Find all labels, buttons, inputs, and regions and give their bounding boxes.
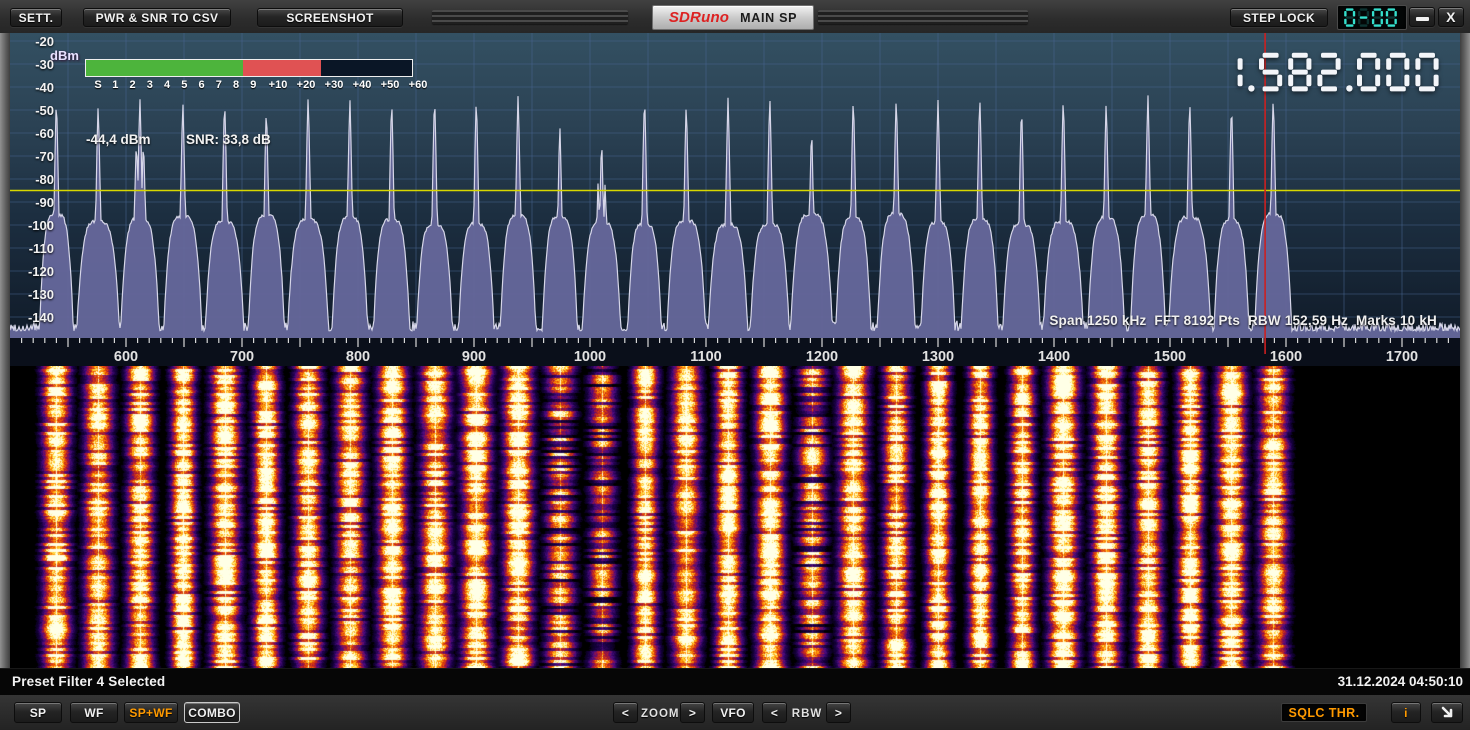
step-size-display xyxy=(1337,5,1407,30)
freq-axis-label: 1500 xyxy=(1154,349,1186,365)
status-bar: Preset Filter 4 Selected 31.12.2024 04:5… xyxy=(0,668,1470,696)
freq-axis-label: 900 xyxy=(462,349,486,365)
db-axis-unit: dBm xyxy=(50,48,79,63)
bottom-toolbar: SP WF SP+WF COMBO < ZOOM > VFO < RBW > S… xyxy=(0,695,1470,730)
rbw-increase-button[interactable]: > xyxy=(826,702,851,723)
s-meter-scale-label: +60 xyxy=(409,79,428,91)
s-meter-scale-label: 7 xyxy=(216,79,222,91)
db-axis-label: -100 xyxy=(10,218,54,233)
freq-axis-label: 1200 xyxy=(806,349,838,365)
sdruno-main-sp-window: SETT. PWR & SNR TO CSV SCREENSHOT SDRuno… xyxy=(0,0,1470,730)
titlebar: SETT. PWR & SNR TO CSV SCREENSHOT SDRuno… xyxy=(0,0,1470,34)
spectrum-display[interactable]: -20 -30 -40 -50 -60 -70 -80 -90 -100 -110 -120 -130… xyxy=(10,33,1460,338)
power-readout: -44,4 dBm xyxy=(86,132,151,147)
s-meter-scale-label: +20 xyxy=(297,79,316,91)
resize-arrow-icon xyxy=(1440,705,1455,720)
s-meter-scale-label: S xyxy=(94,79,101,91)
window-border-left xyxy=(0,33,10,695)
s-meter-scale-label: 6 xyxy=(198,79,204,91)
db-axis-label: -120 xyxy=(10,264,54,279)
db-axis-label: -60 xyxy=(10,126,54,141)
db-axis-label: -20 xyxy=(10,34,54,49)
step-lock-button[interactable]: STEP LOCK xyxy=(1230,8,1328,27)
frequency-display[interactable] xyxy=(1219,52,1445,97)
status-message: Preset Filter 4 Selected xyxy=(12,674,165,689)
waterfall-display[interactable] xyxy=(10,366,1460,668)
db-axis-label: -40 xyxy=(10,80,54,95)
vfo-button[interactable]: VFO xyxy=(712,702,754,723)
minimize-icon xyxy=(1416,17,1429,21)
close-icon: X xyxy=(1446,9,1456,25)
settings-button[interactable]: SETT. xyxy=(10,8,62,27)
s-meter-scale-label: 8 xyxy=(233,79,239,91)
s-meter-scale-label: 4 xyxy=(164,79,170,91)
close-button[interactable]: X xyxy=(1438,7,1464,27)
db-axis-label: -90 xyxy=(10,195,54,210)
panel-title: MAIN SP xyxy=(740,11,797,25)
db-axis-label: -80 xyxy=(10,172,54,187)
combo-view-button[interactable]: COMBO xyxy=(184,702,240,723)
freq-axis-label: 800 xyxy=(346,349,370,365)
db-axis-label: -70 xyxy=(10,149,54,164)
titlebar-grip-right[interactable] xyxy=(818,10,1028,24)
db-axis-label: -130 xyxy=(10,287,54,302)
window-border-right xyxy=(1460,33,1470,695)
s-meter-scale-label: 9 xyxy=(250,79,256,91)
resize-button[interactable] xyxy=(1431,702,1463,723)
rbw-decrease-button[interactable]: < xyxy=(762,702,787,723)
s-meter-segment xyxy=(86,60,243,76)
sp-view-button[interactable]: SP xyxy=(14,702,62,723)
frequency-axis[interactable]: 600 700 800 900 1000 1100 1200 1300 1400 1500 1600… xyxy=(10,338,1460,366)
freq-axis-label: 1600 xyxy=(1270,349,1302,365)
titlebar-grip-left[interactable] xyxy=(432,10,628,24)
s-meter-scale-label: 3 xyxy=(147,79,153,91)
pwr-snr-to-csv-button[interactable]: PWR & SNR TO CSV xyxy=(83,8,231,27)
snr-readout: SNR: 33,8 dB xyxy=(186,132,271,147)
s-meter-bar xyxy=(85,59,413,77)
info-button[interactable]: i xyxy=(1391,702,1421,723)
zoom-out-button[interactable]: < xyxy=(613,702,638,723)
freq-axis-label: 700 xyxy=(230,349,254,365)
db-axis-label: -50 xyxy=(10,103,54,118)
screenshot-button[interactable]: SCREENSHOT xyxy=(257,8,403,27)
s-meter-scale-label: +40 xyxy=(353,79,372,91)
minimize-button[interactable] xyxy=(1409,7,1435,27)
s-meter-segment xyxy=(243,60,321,76)
s-meter-scale-label: +30 xyxy=(325,79,344,91)
s-meter-scale: S123456789+10+20+30+40+50+60 xyxy=(85,79,413,92)
status-datetime: 31.12.2024 04:50:10 xyxy=(1338,674,1463,689)
freq-axis-label: 1300 xyxy=(922,349,954,365)
db-axis-label: -110 xyxy=(10,241,54,256)
s-meter-scale-label: 5 xyxy=(181,79,187,91)
zoom-label: ZOOM xyxy=(641,708,677,720)
s-meter-scale-label: 2 xyxy=(129,79,135,91)
freq-axis-label: 1000 xyxy=(574,349,606,365)
s-meter-scale-label: +10 xyxy=(269,79,288,91)
s-meter: S123456789+10+20+30+40+50+60 xyxy=(85,59,413,92)
freq-axis-label: 600 xyxy=(114,349,138,365)
window-title-plate[interactable]: SDRuno MAIN SP xyxy=(652,5,814,30)
s-meter-segment xyxy=(321,60,412,76)
s-meter-scale-label: +50 xyxy=(381,79,400,91)
freq-axis-label: 1400 xyxy=(1038,349,1070,365)
wf-view-button[interactable]: WF xyxy=(70,702,118,723)
freq-axis-label: 1700 xyxy=(1386,349,1418,365)
db-axis-label: -30 xyxy=(10,57,54,72)
sdruno-logo: SDRuno xyxy=(669,9,729,26)
span-info-readout: Span 1250 kHz FFT 8192 Pts RBW 152,59 Hz… xyxy=(1049,313,1437,328)
freq-axis-label: 1100 xyxy=(690,349,721,365)
rbw-label: RBW xyxy=(790,708,824,720)
db-axis-label: -140 xyxy=(10,310,54,325)
sp-wf-view-button[interactable]: SP+WF xyxy=(124,702,178,723)
squelch-threshold-button[interactable]: SQLC THR. xyxy=(1281,703,1367,722)
zoom-in-button[interactable]: > xyxy=(680,702,705,723)
s-meter-scale-label: 1 xyxy=(112,79,118,91)
